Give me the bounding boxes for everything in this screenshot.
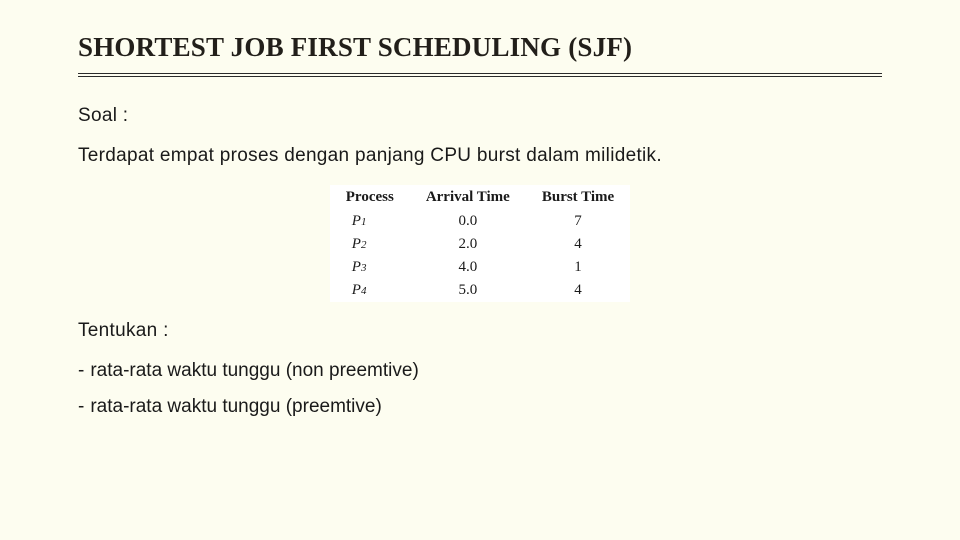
soal-label: Soal : [78,105,882,127]
cell-arrival: 5.0 [410,279,526,302]
cell-burst: 4 [526,233,630,256]
slide: SHORTEST JOB FIRST SCHEDULING (SJF) Soal… [0,0,960,540]
dash-icon: - [78,396,84,418]
cell-arrival: 2.0 [410,233,526,256]
cell-process: P2 [330,233,410,256]
proc-base: P [352,259,361,275]
table-row: P3 4.0 1 [330,256,630,279]
cell-burst: 4 [526,279,630,302]
table-row: P1 0.0 7 [330,210,630,233]
proc-sub: 1 [361,216,367,228]
intro-text: Terdapat empat proses dengan panjang CPU… [78,145,882,167]
proc-base: P [352,213,361,229]
col-burst: Burst Time [526,185,630,210]
table-row: P4 5.0 4 [330,279,630,302]
title-rule [78,73,882,77]
bullet-text: rata-rata waktu tunggu (non preemtive) [90,360,418,381]
proc-sub: 2 [361,239,367,251]
cell-process: P3 [330,256,410,279]
proc-base: P [352,236,361,252]
list-item: -rata-rata waktu tunggu (preemtive) [78,396,882,418]
cell-burst: 7 [526,210,630,233]
col-process: Process [330,185,410,210]
cell-process: P4 [330,279,410,302]
list-item: -rata-rata waktu tunggu (non preemtive) [78,360,882,382]
page-title: SHORTEST JOB FIRST SCHEDULING (SJF) [78,32,882,63]
cell-burst: 1 [526,256,630,279]
col-arrival: Arrival Time [410,185,526,210]
cell-arrival: 4.0 [410,256,526,279]
cell-arrival: 0.0 [410,210,526,233]
table-row: P2 2.0 4 [330,233,630,256]
bullet-list: -rata-rata waktu tunggu (non preemtive) … [78,360,882,418]
process-table: Process Arrival Time Burst Time P1 0.0 7… [330,185,630,302]
proc-sub: 3 [361,262,367,274]
process-table-wrap: Process Arrival Time Burst Time P1 0.0 7… [78,185,882,302]
proc-base: P [352,282,361,298]
bullet-text: rata-rata waktu tunggu (preemtive) [90,396,381,417]
dash-icon: - [78,360,84,382]
table-header-row: Process Arrival Time Burst Time [330,185,630,210]
tentukan-label: Tentukan : [78,320,882,342]
cell-process: P1 [330,210,410,233]
proc-sub: 4 [361,285,367,297]
